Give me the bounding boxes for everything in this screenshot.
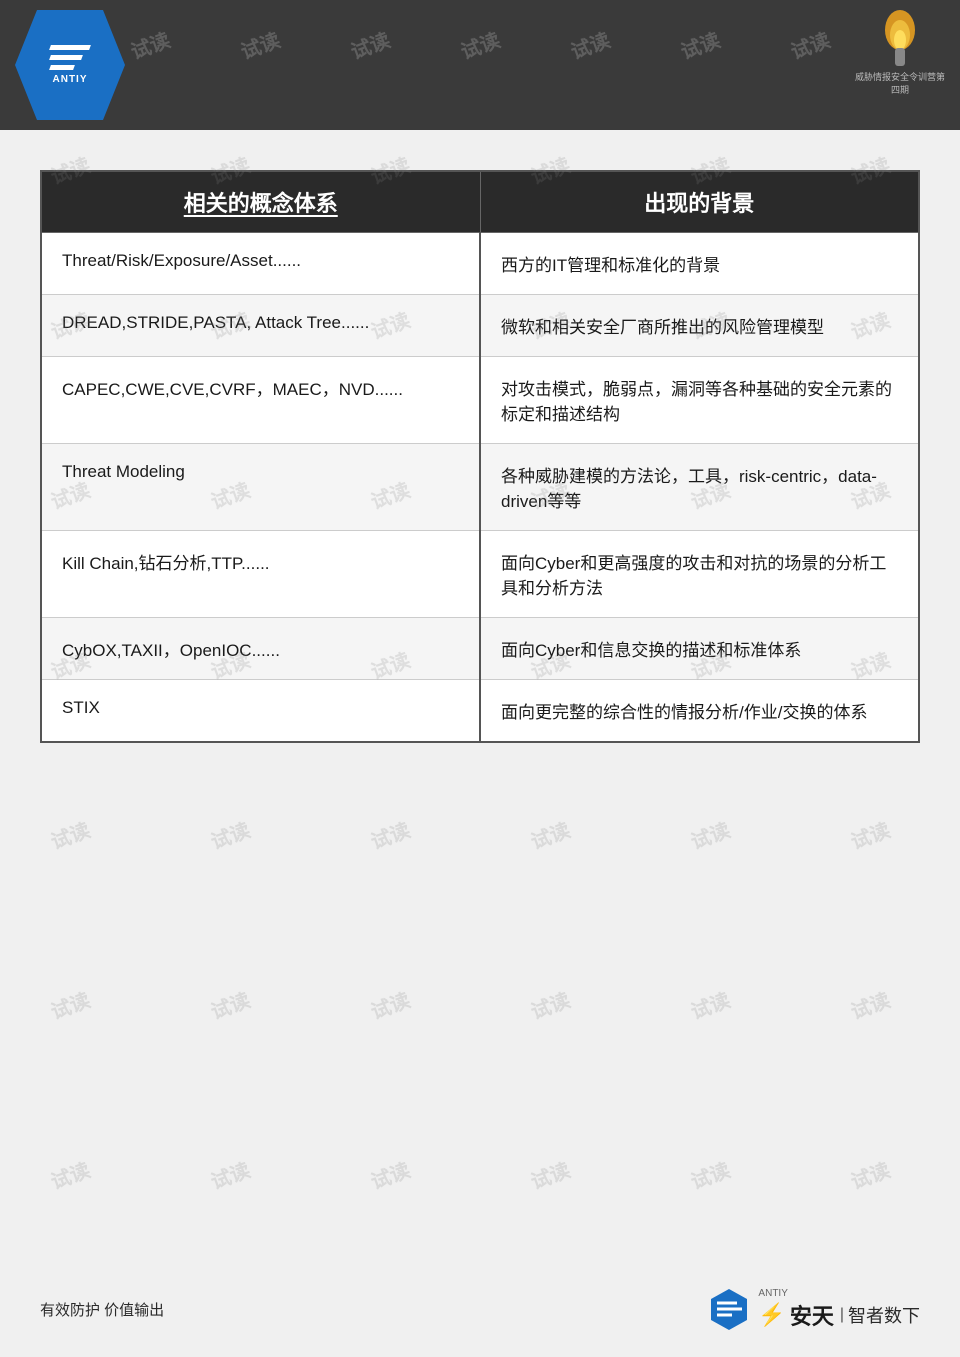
col1-header: 相关的概念体系 bbox=[41, 171, 480, 233]
top-right-label: 威胁情报安全令训营第四期 bbox=[855, 70, 945, 96]
cell-right-6: 面向更完整的综合性的情报分析/作业/交换的体系 bbox=[480, 680, 919, 743]
cell-left-4: Kill Chain,钻石分析,TTP...... bbox=[41, 531, 480, 618]
table-row: Threat Modeling各种威胁建模的方法论，工具，risk-centri… bbox=[41, 444, 919, 531]
table-row: Kill Chain,钻石分析,TTP......面向Cyber和更高强度的攻击… bbox=[41, 531, 919, 618]
footer-slogan-text: 智者数下 bbox=[848, 1302, 920, 1328]
footer-logo-icon bbox=[707, 1287, 752, 1332]
cell-right-1: 微软和相关安全厂商所推出的风险管理模型 bbox=[480, 295, 919, 357]
logo-text: ANTIY bbox=[53, 74, 88, 85]
pwm-r6c2: 试读 bbox=[206, 984, 254, 1025]
table-row: DREAD,STRIDE,PASTA, Attack Tree......微软和… bbox=[41, 295, 919, 357]
header-wm-2: 试读 bbox=[236, 24, 284, 65]
main-content: 相关的概念体系 出现的背景 Threat/Risk/Exposure/Asset… bbox=[0, 130, 960, 763]
footer-right: ANTIY ⚡ 安天 | 智者数下 bbox=[707, 1287, 920, 1332]
cell-left-0: Threat/Risk/Exposure/Asset...... bbox=[41, 233, 480, 295]
pwm-r5c5: 试读 bbox=[686, 814, 734, 855]
cell-left-3: Threat Modeling bbox=[41, 444, 480, 531]
footer-antiy-label: ANTIY bbox=[758, 1288, 787, 1299]
table-row: STIX面向更完整的综合性的情报分析/作业/交换的体系 bbox=[41, 680, 919, 743]
pwm-r7c1: 试读 bbox=[46, 1154, 94, 1195]
table-row: CybOX,TAXII，OpenIOC......面向Cyber和信息交换的描述… bbox=[41, 618, 919, 680]
torch-icon bbox=[865, 10, 935, 70]
table-header-row: 相关的概念体系 出现的背景 bbox=[41, 171, 919, 233]
header-wm-1: 试读 bbox=[126, 24, 174, 65]
cell-right-3: 各种威胁建模的方法论，工具，risk-centric，data-driven等等 bbox=[480, 444, 919, 531]
pwm-r6c3: 试读 bbox=[366, 984, 414, 1025]
logo: ANTIY bbox=[15, 10, 125, 120]
cell-left-5: CybOX,TAXII，OpenIOC...... bbox=[41, 618, 480, 680]
pwm-r7c5: 试读 bbox=[686, 1154, 734, 1195]
cell-left-6: STIX bbox=[41, 680, 480, 743]
pwm-r5c3: 试读 bbox=[366, 814, 414, 855]
header-watermarks: 试读 试读 试读 试读 试读 试读 试读 bbox=[0, 0, 960, 130]
pwm-r5c1: 试读 bbox=[46, 814, 94, 855]
cell-right-4: 面向Cyber和更高强度的攻击和对抗的场景的分析工具和分析方法 bbox=[480, 531, 919, 618]
pwm-r5c2: 试读 bbox=[206, 814, 254, 855]
footer-brand-text: 安天 bbox=[790, 1299, 834, 1331]
header-wm-3: 试读 bbox=[346, 24, 394, 65]
header-wm-7: 试读 bbox=[786, 24, 834, 65]
table-row: CAPEC,CWE,CVE,CVRF，MAEC，NVD......对攻击模式，脆… bbox=[41, 357, 919, 444]
pwm-r5c4: 试读 bbox=[526, 814, 574, 855]
cell-right-2: 对攻击模式，脆弱点，漏洞等各种基础的安全元素的标定和描述结构 bbox=[480, 357, 919, 444]
footer-brand-group: ANTIY ⚡ 安天 | 智者数下 bbox=[758, 1288, 920, 1331]
logo-stripes bbox=[50, 45, 90, 70]
footer-brand-icon: ⚡ bbox=[758, 1302, 785, 1328]
pwm-r6c4: 试读 bbox=[526, 984, 574, 1025]
concept-table: 相关的概念体系 出现的背景 Threat/Risk/Exposure/Asset… bbox=[40, 170, 920, 743]
pwm-r7c2: 试读 bbox=[206, 1154, 254, 1195]
cell-left-2: CAPEC,CWE,CVE,CVRF，MAEC，NVD...... bbox=[41, 357, 480, 444]
logo-stripe-3 bbox=[49, 65, 75, 70]
pwm-r7c3: 试读 bbox=[366, 1154, 414, 1195]
footer-separator: | bbox=[840, 1306, 844, 1324]
header-wm-5: 试读 bbox=[566, 24, 614, 65]
pwm-r6c6: 试读 bbox=[846, 984, 894, 1025]
header: ANTIY 试读 试读 试读 试读 试读 试读 试读 威胁情报安全令训营第四期 bbox=[0, 0, 960, 130]
footer: 有效防护 价值输出 ANTIY ⚡ 安天 | 智者数下 bbox=[40, 1287, 920, 1332]
pwm-r5c6: 试读 bbox=[846, 814, 894, 855]
logo-stripe-2 bbox=[49, 55, 83, 60]
col2-header: 出现的背景 bbox=[480, 171, 919, 233]
header-wm-6: 试读 bbox=[676, 24, 724, 65]
pwm-r6c1: 试读 bbox=[46, 984, 94, 1025]
top-right-logo: 威胁情报安全令训营第四期 bbox=[855, 10, 945, 96]
pwm-r7c6: 试读 bbox=[846, 1154, 894, 1195]
pwm-r7c4: 试读 bbox=[526, 1154, 574, 1195]
pwm-r6c5: 试读 bbox=[686, 984, 734, 1025]
table-row: Threat/Risk/Exposure/Asset......西方的IT管理和… bbox=[41, 233, 919, 295]
header-wm-4: 试读 bbox=[456, 24, 504, 65]
cell-right-0: 西方的IT管理和标准化的背景 bbox=[480, 233, 919, 295]
footer-left-text: 有效防护 价值输出 bbox=[40, 1299, 164, 1320]
cell-right-5: 面向Cyber和信息交换的描述和标准体系 bbox=[480, 618, 919, 680]
logo-stripe-1 bbox=[49, 45, 91, 50]
cell-left-1: DREAD,STRIDE,PASTA, Attack Tree...... bbox=[41, 295, 480, 357]
